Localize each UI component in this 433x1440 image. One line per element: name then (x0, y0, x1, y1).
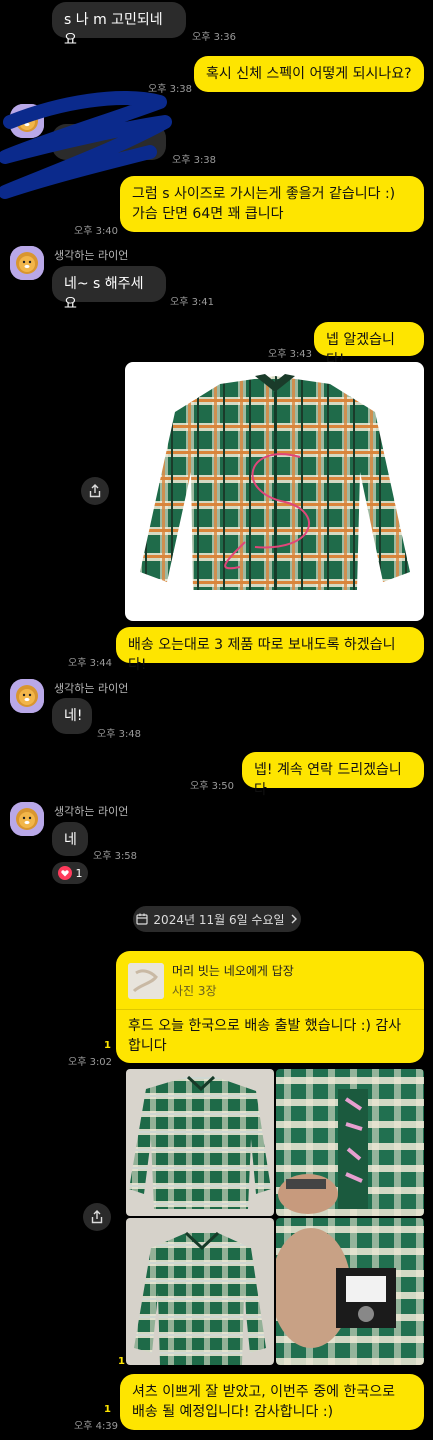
share-icon (89, 484, 101, 498)
product-photo[interactable] (125, 362, 424, 621)
message-text: 네 (64, 832, 77, 848)
share-button[interactable] (81, 477, 109, 505)
message-time: 오후 4:39 (74, 1421, 119, 1432)
outgoing-bubble[interactable]: 넵 알겠습니다! (314, 322, 424, 368)
outgoing-bubble[interactable]: 셔츠 이쁘게 잘 받았고, 이번주 중에 한국으로 배송 될 예정입니다! 감사… (120, 1374, 424, 1430)
lion-icon (10, 802, 44, 836)
heart-icon (57, 866, 72, 880)
message-text: 혹시 신체 스펙이 어떻게 되시나요? (206, 66, 412, 82)
outgoing-bubble[interactable]: 그럼 s 사이즈로 가시는게 좋을거 같습니다 :) 가슴 단면 64면 꽤 큽… (120, 176, 424, 232)
message-text: 넵! 계속 연락 드리겠습니다 (254, 762, 402, 798)
message-text: 셔츠 이쁘게 잘 받았고, 이번주 중에 한국으로 배송 될 예정입니다! 감사… (132, 1384, 395, 1420)
outgoing-bubble[interactable]: 넵! 계속 연락 드리겠습니다 (242, 752, 424, 798)
reply-quote[interactable]: 머리 빗는 네오에게 답장 사진 3장 (128, 961, 412, 1001)
thumbnail-image (128, 963, 164, 999)
reaction-badge[interactable]: 1 (52, 862, 88, 884)
reply-bubble[interactable]: 머리 빗는 네오에게 답장 사진 3장 후드 오늘 한국으로 배송 출발 했습니… (116, 951, 424, 1063)
reply-thumbnail (128, 963, 164, 999)
message-time: 오후 3:58 (93, 851, 138, 862)
outgoing-bubble[interactable]: 배송 오는대로 3 제품 따로 보내도록 하겠습니다! (116, 627, 424, 673)
tag-detail-photo (276, 1218, 424, 1365)
share-icon (91, 1210, 103, 1224)
incoming-bubble[interactable]: 네~ s 해주세요 (52, 266, 166, 312)
reply-subtitle: 사진 3장 (172, 984, 217, 998)
incoming-bubble[interactable]: s 나 m 고민되네요 (52, 2, 186, 48)
sender-name: 생각하는 라이언 (54, 249, 129, 262)
share-button[interactable] (83, 1203, 111, 1231)
outgoing-bubble[interactable]: 혹시 신체 스펙이 어떻게 되시나요? (194, 56, 424, 92)
message-time: 오후 3:40 (74, 226, 119, 237)
grid-photo-1[interactable] (126, 1069, 274, 1216)
reply-title: 머리 빗는 네오에게 답장 (172, 964, 294, 978)
grid-photo-4[interactable] (276, 1218, 424, 1365)
calendar-icon (136, 913, 149, 925)
message-text: 네~ s 해주세요 (64, 276, 144, 312)
sender-name: 생각하는 라이언 (54, 805, 129, 818)
shirt-photo (126, 1069, 274, 1216)
message-text: 그럼 s 사이즈로 가시는게 좋을거 같습니다 :) 가슴 단면 64면 꽤 큽… (132, 186, 396, 222)
message-time: 오후 3:38 (172, 155, 217, 166)
plaid-shirt-image (140, 374, 410, 590)
lion-avatar[interactable] (10, 802, 44, 836)
reaction-count: 1 (75, 866, 83, 880)
message-time: 오후 3:50 (190, 781, 235, 792)
message-time: 오후 3:02 (68, 1057, 113, 1068)
message-time: 오후 3:41 (170, 297, 215, 308)
hanging-shirt-photo (126, 1218, 274, 1365)
lion-icon (10, 246, 44, 280)
reply-divider (116, 1009, 424, 1010)
grid-photo-2[interactable] (276, 1069, 424, 1216)
sleeve-detail-photo (276, 1069, 424, 1216)
unread-count: 1 (104, 1040, 111, 1051)
message-time: 오후 3:48 (97, 729, 142, 740)
unread-count: 1 (118, 1356, 125, 1367)
message-time: 오후 3:44 (68, 658, 113, 669)
sender-name: 생각하는 라이언 (54, 682, 129, 695)
message-time: 오후 3:36 (192, 32, 237, 43)
message-text: 네! (64, 708, 83, 724)
incoming-bubble[interactable]: 네! (52, 698, 92, 734)
incoming-bubble[interactable]: 네 (52, 822, 88, 856)
chevron-right-icon (291, 914, 297, 924)
date-divider[interactable]: 2024년 11월 6일 수요일 (133, 906, 301, 932)
grid-photo-3[interactable] (126, 1218, 274, 1365)
lion-icon (10, 679, 44, 713)
lion-avatar[interactable] (10, 246, 44, 280)
message-text: s 나 m 고민되네요 (64, 12, 163, 48)
date-text: 2024년 11월 6일 수요일 (153, 912, 285, 927)
lion-avatar[interactable] (10, 679, 44, 713)
message-text: 배송 오는대로 3 제품 따로 보내도록 하겠습니다! (128, 637, 396, 673)
unread-count: 1 (104, 1404, 111, 1415)
message-text: 후드 오늘 한국으로 배송 출발 했습니다 :) 감사합니다 (128, 1018, 402, 1054)
message-time: 오후 3:43 (268, 349, 313, 360)
